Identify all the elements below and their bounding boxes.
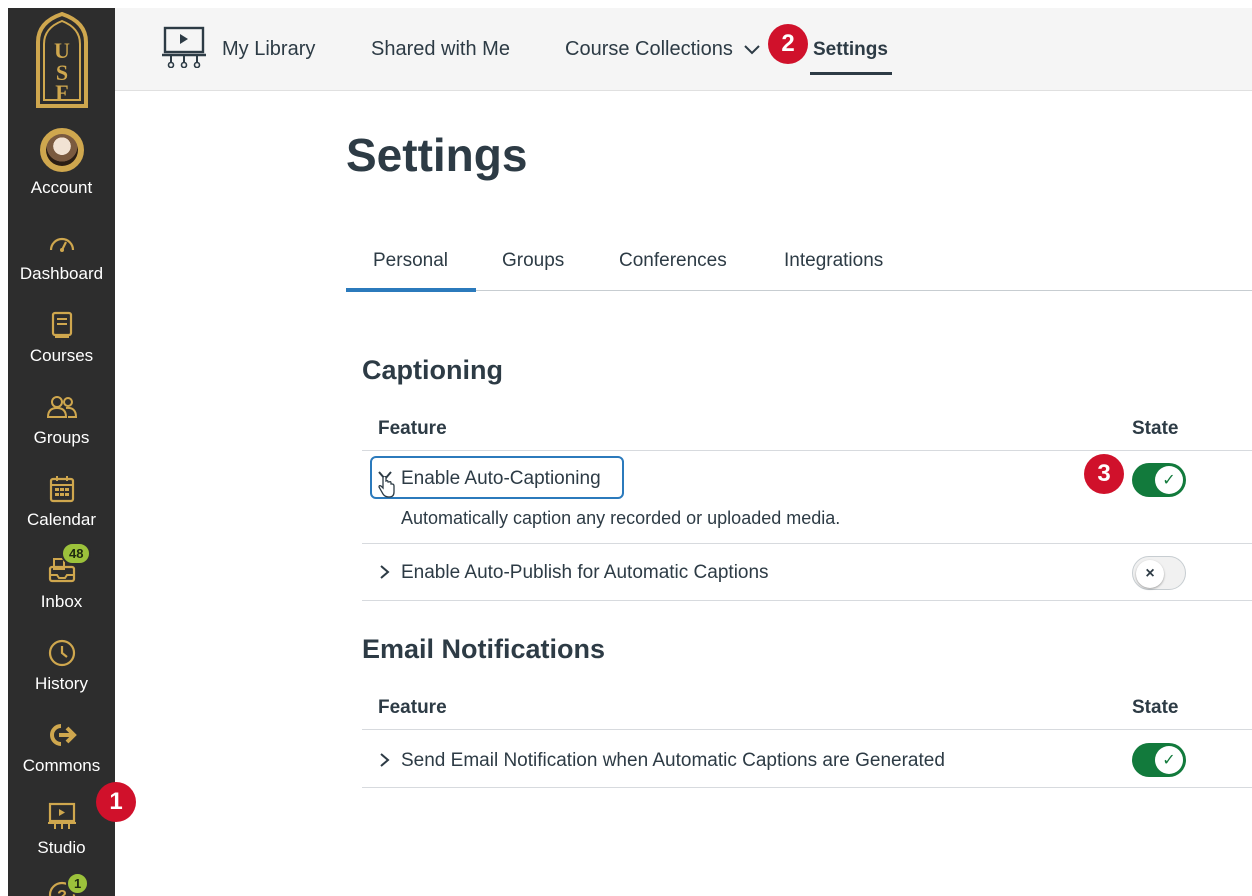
chevron-right-icon [380,565,390,584]
nav-inbox[interactable]: Inbox [8,554,115,612]
chevron-down-icon [744,38,761,61]
row-divider [362,729,1252,730]
checkmark-icon: ✓ [1155,746,1183,774]
nav-calendar-label: Calendar [27,510,96,529]
course-collections-menu[interactable]: Course Collections [565,38,761,61]
svg-text:F: F [55,80,68,105]
tabs-divider [346,290,1252,291]
page-title: Settings [346,129,528,181]
nav-calendar[interactable]: Calendar [8,472,115,530]
usf-logo[interactable]: U S F [34,11,90,108]
nav-help[interactable]: ? [8,878,115,896]
calendar-icon [45,472,79,506]
email-notification-label: Send Email Notification when Automatic C… [401,750,945,771]
nav-studio-label: Studio [37,838,86,857]
auto-captioning-toggle[interactable]: ✓ [1132,463,1186,497]
groups-icon [45,390,79,424]
settings-link[interactable]: Settings [813,39,888,61]
email-notification-toggle[interactable]: ✓ [1132,743,1186,777]
nav-inbox-label: Inbox [40,592,83,611]
nav-commons[interactable]: Commons [8,718,115,776]
chevron-right-icon [380,753,390,772]
studio-topbar: My Library Shared with Me Course Collect… [115,8,1252,91]
tab-conferences[interactable]: Conferences [619,250,727,272]
hand-cursor-icon [377,475,397,503]
inbox-unread-badge: 48 [61,542,92,565]
nav-courses-label: Courses [29,346,94,365]
callout-2: 2 [768,24,808,64]
state-column-header: State [1132,418,1179,439]
nav-groups[interactable]: Groups [8,390,115,448]
state-column-header: State [1132,697,1179,718]
feature-column-header: Feature [378,418,447,439]
dashboard-icon [45,226,79,260]
nav-history[interactable]: History [8,636,115,694]
nav-commons-label: Commons [22,756,101,775]
nav-dashboard-label: Dashboard [19,264,104,283]
nav-groups-label: Groups [33,428,90,447]
email-notifications-title: Email Notifications [362,634,606,664]
nav-account-label: Account [30,178,93,197]
avatar [39,128,84,172]
nav-history-label: History [35,674,88,693]
x-icon: × [1136,560,1164,588]
row-divider [362,787,1252,788]
shared-with-me-link[interactable]: Shared with Me [371,38,510,61]
checkmark-icon: ✓ [1155,466,1183,494]
courses-icon [45,308,79,342]
tab-integrations[interactable]: Integrations [784,250,883,272]
feature-column-header: Feature [378,697,447,718]
nav-courses[interactable]: Courses [8,308,115,366]
commons-icon [45,718,79,752]
tab-personal[interactable]: Personal [373,250,448,272]
settings-active-indicator [810,72,892,75]
studio-library-icon [161,26,207,73]
studio-icon [45,800,79,834]
course-collections-label: Course Collections [565,38,733,60]
auto-captioning-label: Enable Auto-Captioning [401,468,601,489]
captioning-title: Captioning [362,355,503,385]
svg-text:?: ? [57,888,67,896]
row-divider [362,543,1252,544]
global-navigation: U S F Account Dashboard Courses Groups C… [8,8,115,896]
row-divider [362,450,1252,451]
active-tab-indicator [346,288,476,292]
tab-groups[interactable]: Groups [502,250,564,272]
nav-account[interactable]: Account [8,128,115,198]
auto-publish-toggle[interactable]: × [1132,556,1186,590]
history-clock-icon [45,636,79,670]
row-divider [362,600,1252,601]
my-library-link[interactable]: My Library [222,38,315,61]
auto-publish-label: Enable Auto-Publish for Automatic Captio… [401,562,769,583]
auto-captioning-description: Automatically caption any recorded or up… [401,508,841,528]
nav-dashboard[interactable]: Dashboard [8,226,115,284]
callout-1: 1 [96,782,136,822]
callout-3: 3 [1084,454,1124,494]
